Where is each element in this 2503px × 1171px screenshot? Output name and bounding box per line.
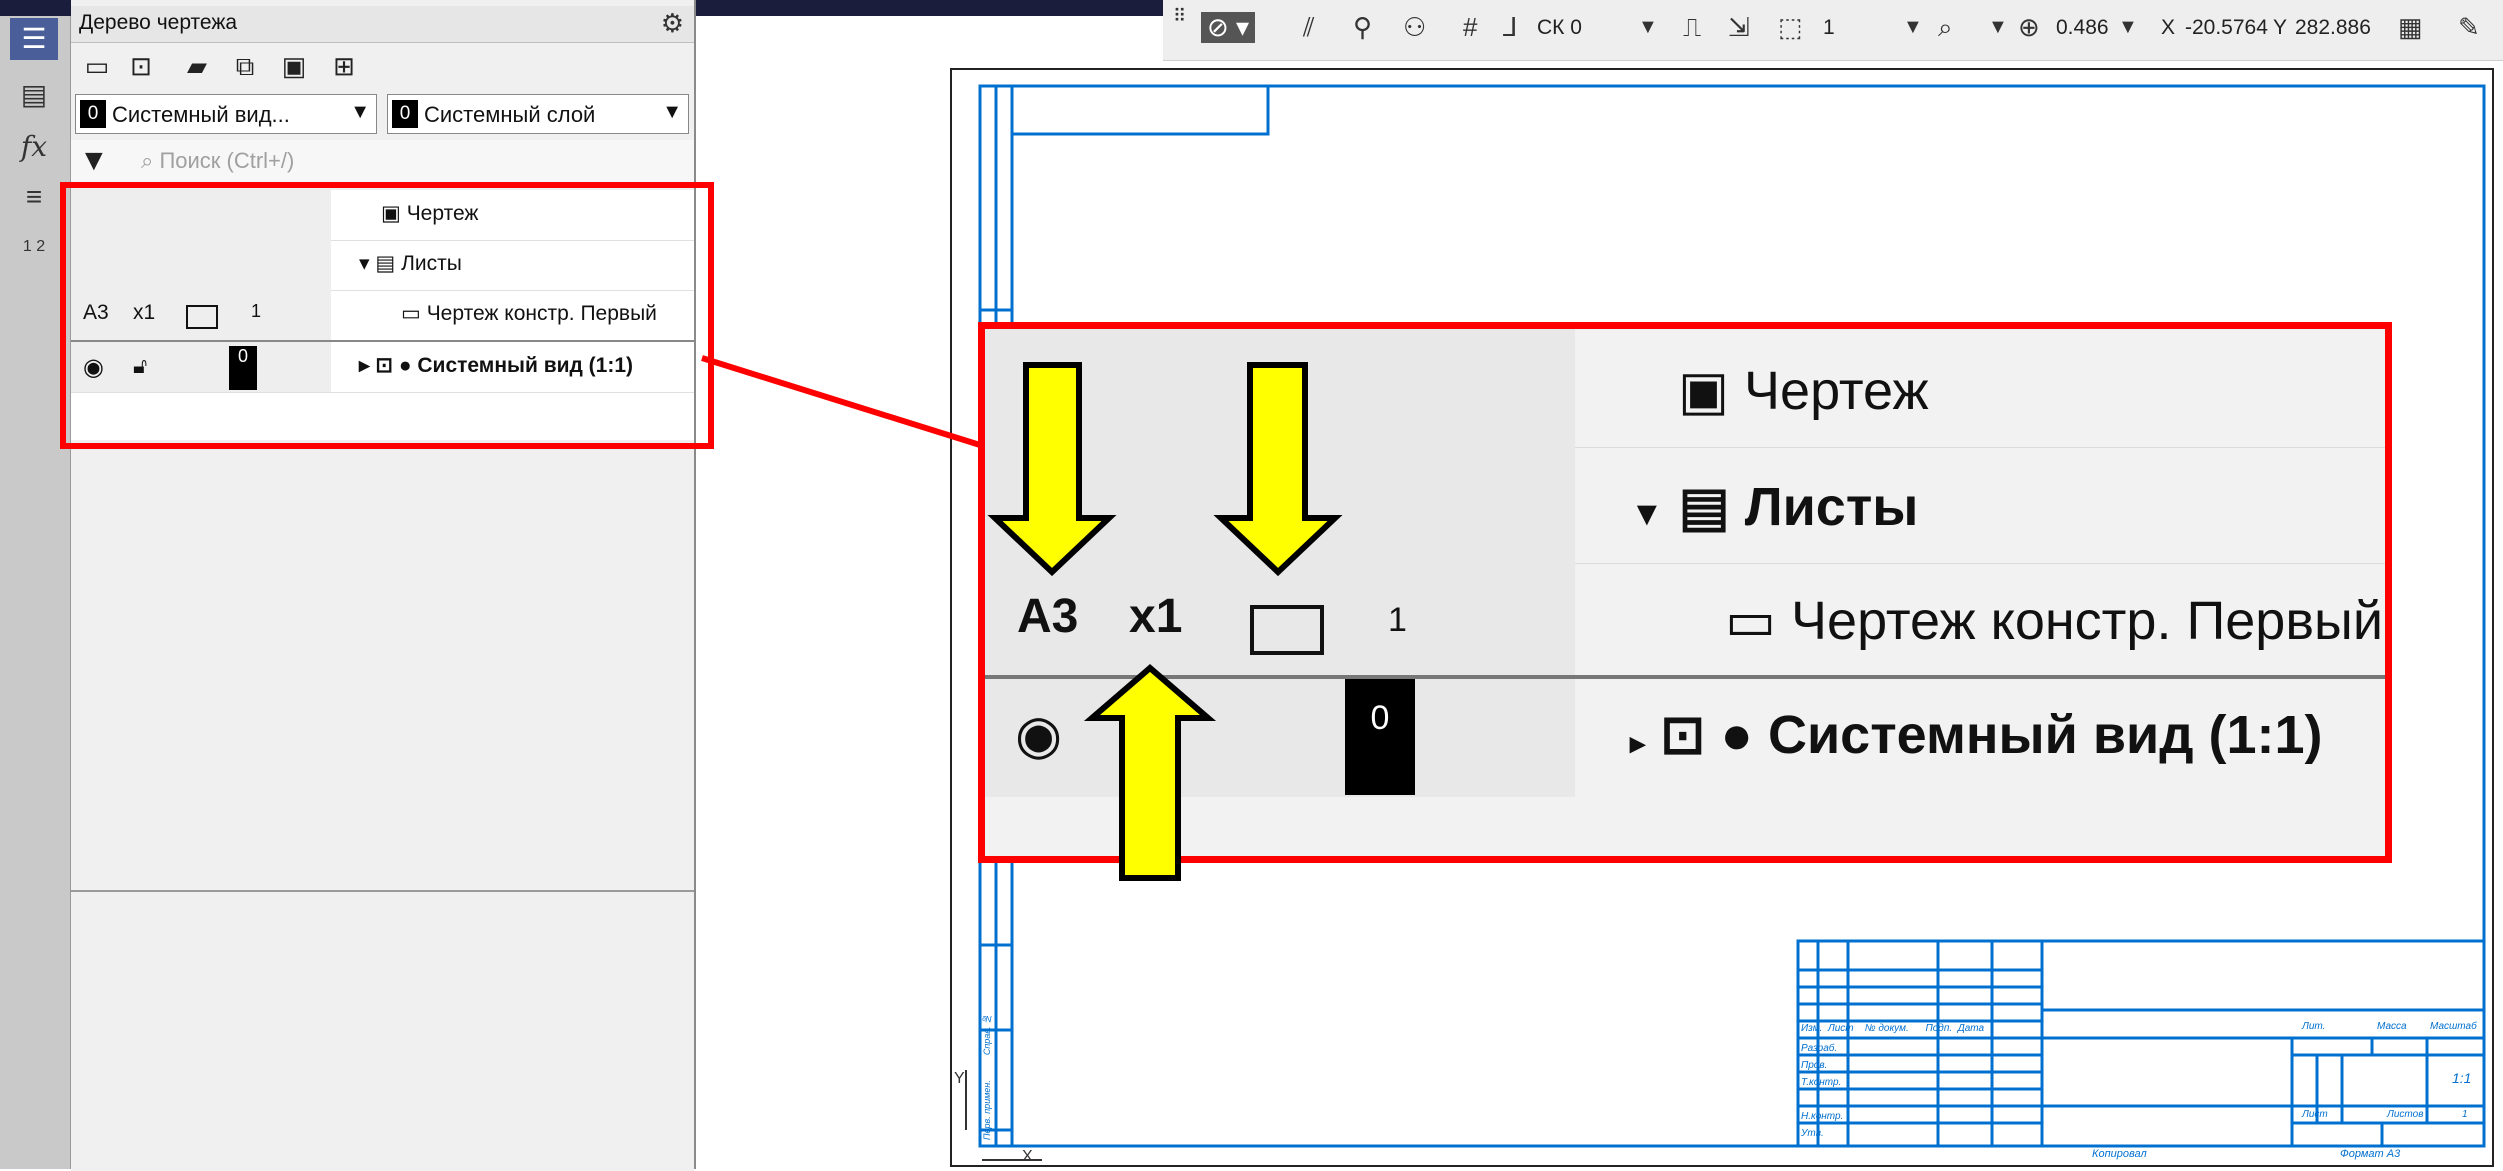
annotation-arrows — [987, 362, 1343, 881]
arrow-down-left — [987, 362, 1117, 577]
arrow-down-right — [1213, 362, 1343, 577]
arrow-up — [1083, 664, 1217, 881]
